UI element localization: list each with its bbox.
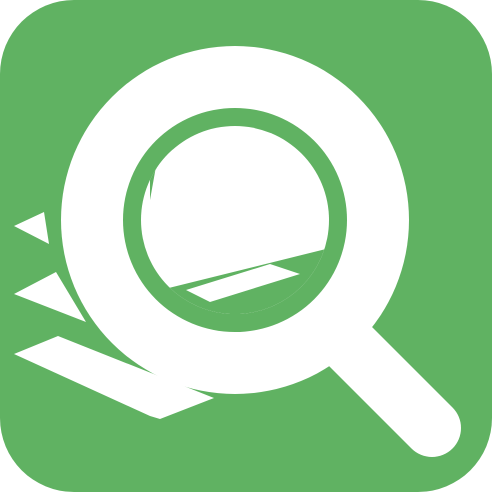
app-icon-graphic bbox=[0, 0, 492, 492]
app-icon[interactable] bbox=[0, 0, 492, 492]
